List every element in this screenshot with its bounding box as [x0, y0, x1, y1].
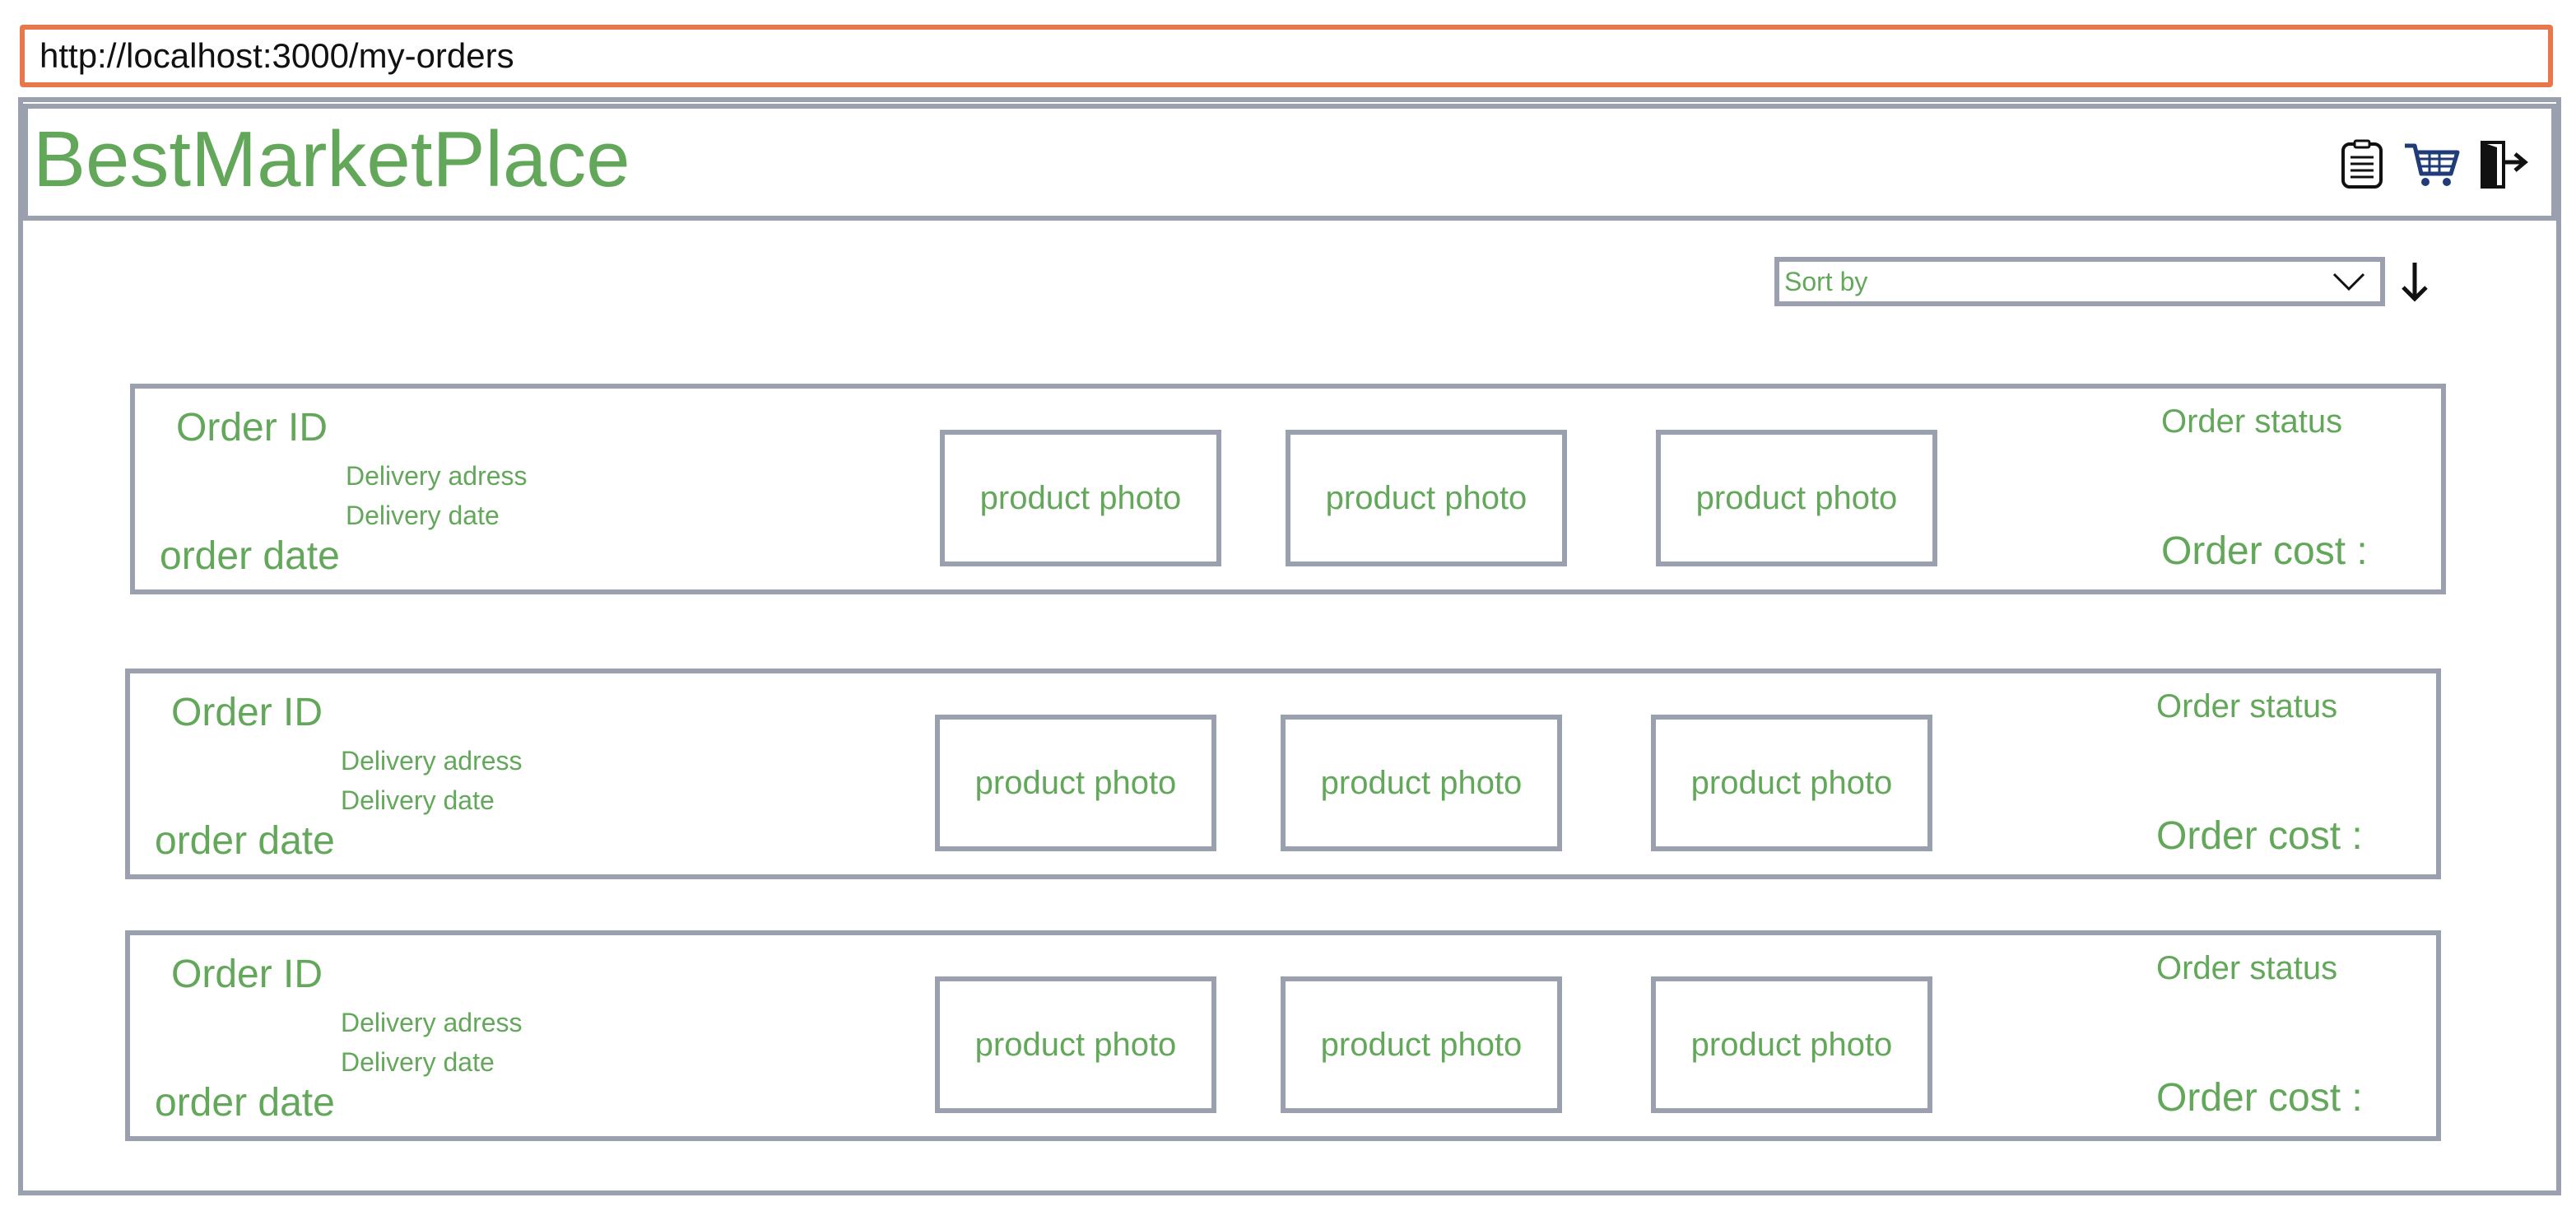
order-cost: Order cost : — [2161, 529, 2368, 573]
order-date: order date — [155, 819, 335, 863]
order-date: order date — [160, 534, 340, 578]
logout-icon[interactable] — [2477, 138, 2530, 191]
product-photo[interactable]: product photo — [940, 430, 1221, 566]
url-text: http://localhost:3000/my-orders — [40, 36, 514, 75]
order-status: Order status — [2156, 950, 2338, 986]
product-photo[interactable]: product photo — [1281, 715, 1562, 851]
delivery-address: Delivery adress — [346, 461, 528, 491]
order-card[interactable]: Order ID Delivery adress Delivery date o… — [125, 669, 2441, 879]
order-cost: Order cost : — [2156, 1076, 2363, 1120]
order-status: Order status — [2156, 688, 2338, 724]
product-photo[interactable]: product photo — [1656, 430, 1937, 566]
order-id: Order ID — [171, 691, 323, 734]
order-cost: Order cost : — [2156, 814, 2363, 858]
product-photo[interactable]: product photo — [1286, 430, 1567, 566]
order-card[interactable]: Order ID Delivery adress Delivery date o… — [130, 384, 2446, 594]
order-card[interactable]: Order ID Delivery adress Delivery date o… — [125, 930, 2441, 1141]
cart-icon[interactable] — [2402, 138, 2462, 191]
product-photo[interactable]: product photo — [1281, 976, 1562, 1113]
product-photo[interactable]: product photo — [935, 715, 1216, 851]
brand-logo[interactable]: BestMarketPlace — [33, 120, 630, 199]
order-date: order date — [155, 1081, 335, 1125]
sort-label: Sort by — [1784, 266, 1868, 296]
sort-direction-icon[interactable] — [2395, 257, 2434, 306]
product-photo[interactable]: product photo — [935, 976, 1216, 1113]
product-photo[interactable]: product photo — [1651, 976, 1932, 1113]
orders-list-icon[interactable] — [2336, 138, 2388, 191]
delivery-date: Delivery date — [341, 1047, 495, 1077]
delivery-address: Delivery adress — [341, 1008, 523, 1037]
delivery-address: Delivery adress — [341, 746, 523, 776]
order-id: Order ID — [171, 953, 323, 996]
delivery-date: Delivery date — [341, 785, 495, 815]
delivery-date: Delivery date — [346, 501, 500, 530]
address-bar[interactable]: http://localhost:3000/my-orders — [20, 25, 2553, 87]
chevron-down-icon — [2332, 270, 2365, 301]
order-status: Order status — [2161, 403, 2343, 440]
order-id: Order ID — [176, 406, 328, 450]
sort-dropdown[interactable]: Sort by — [1774, 257, 2385, 306]
site-header: BestMarketPlace — [23, 104, 2556, 221]
product-photo[interactable]: product photo — [1651, 715, 1932, 851]
